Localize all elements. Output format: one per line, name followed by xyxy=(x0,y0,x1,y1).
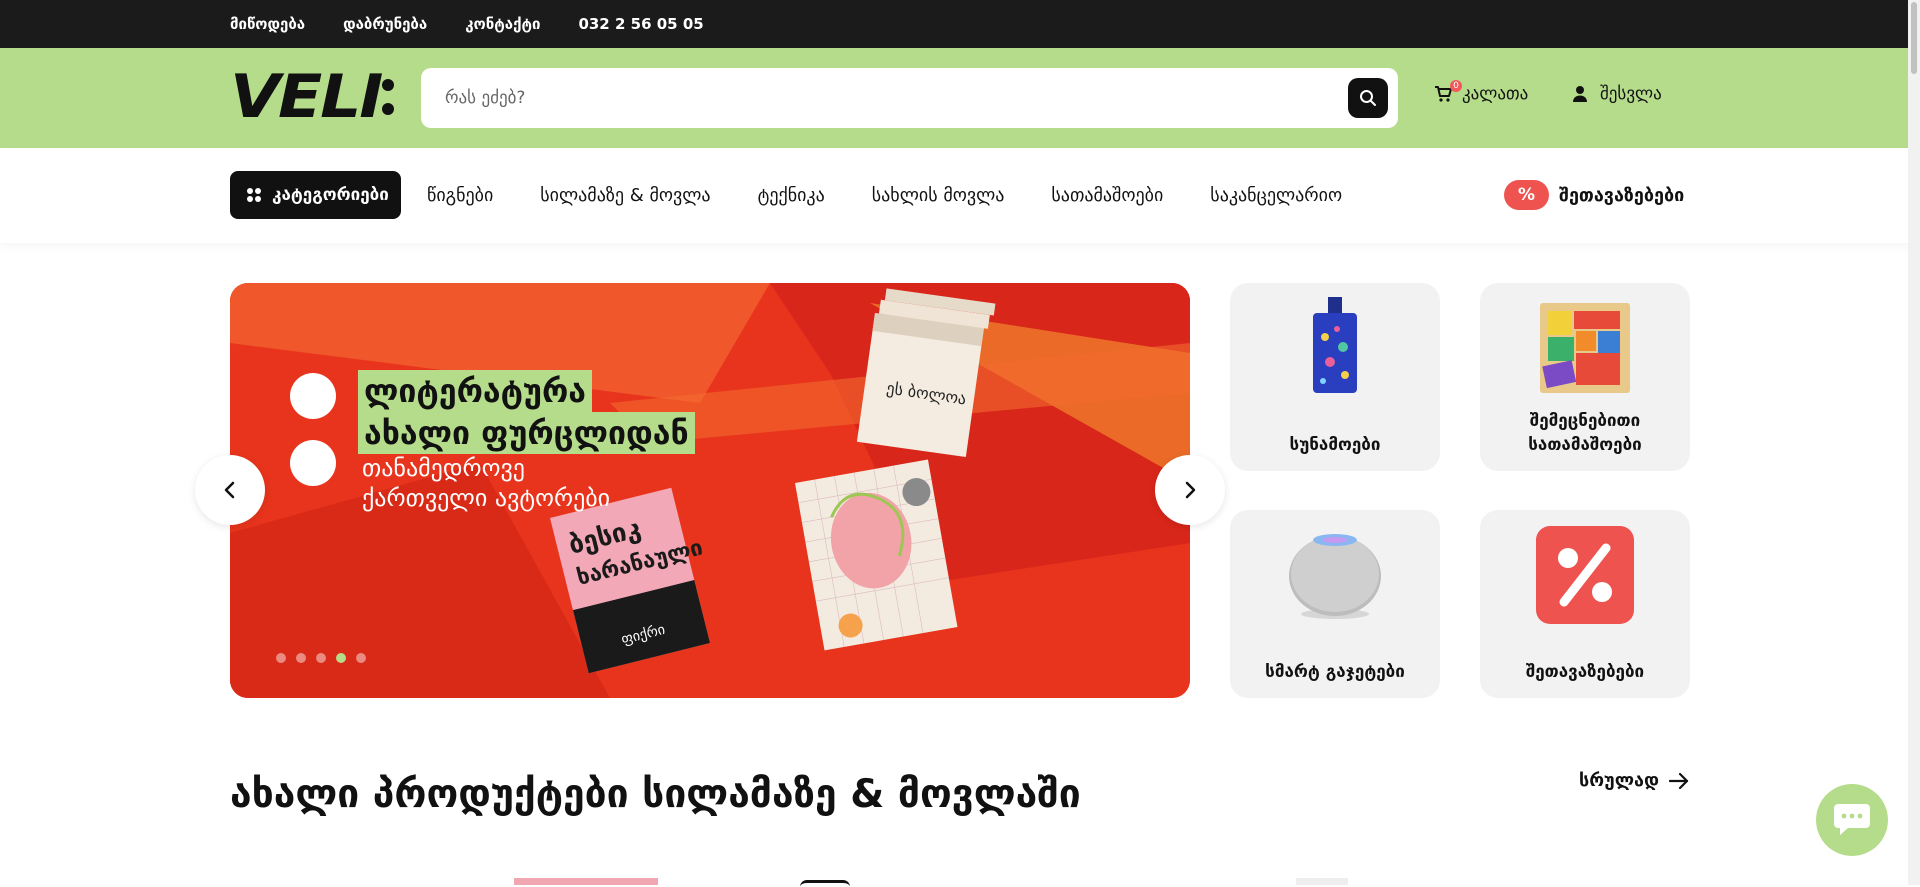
category-tile-smart-gadgets[interactable]: სმარტ გაჯეტები xyxy=(1230,510,1440,698)
tile-label: შეთავაზებები xyxy=(1525,662,1645,682)
cart-label: კალათა xyxy=(1462,84,1529,104)
top-link-returns[interactable]: დაბრუნება xyxy=(343,15,427,33)
top-links: მიწოდება დაბრუნება კონტაქტი 032 2 56 05 … xyxy=(230,0,704,48)
cart-icon xyxy=(1435,86,1452,102)
hero-deco-circle-1 xyxy=(290,373,336,419)
site-logo[interactable]: VELI xyxy=(230,62,394,132)
hero-headline-line2: ახალი ფურცლიდან xyxy=(358,412,695,454)
login-button[interactable]: შესვლა xyxy=(1572,84,1662,104)
nav-item-home-care[interactable]: სახლის მოვლა xyxy=(872,185,1005,206)
chevron-right-icon xyxy=(1185,481,1196,499)
nav-item-tech[interactable]: ტექნიკა xyxy=(758,185,825,206)
top-link-contact[interactable]: კონტაქტი xyxy=(465,15,540,33)
hero-deco-circle-2 xyxy=(290,440,336,486)
category-tile-educational-toys[interactable]: შემეცნებითი სათამაშოები xyxy=(1480,283,1690,471)
chat-bubble-icon xyxy=(1834,804,1870,835)
category-tile-offers[interactable]: შეთავაზებები xyxy=(1480,510,1690,698)
hero-banner[interactable]: ეს ბოლოა ბესიკ ხარანაული ფიქრი ლიტერატურ… xyxy=(230,283,1190,698)
slider-dot[interactable] xyxy=(296,653,306,663)
slider-next-button[interactable] xyxy=(1155,455,1225,525)
hero-headline: ლიტერატურა ახალი ფურცლიდან xyxy=(358,370,695,454)
wooden-puzzle-icon xyxy=(1540,303,1630,393)
top-bar: მიწოდება დაბრუნება კონტაქტი 032 2 56 05 … xyxy=(0,0,1920,48)
search-input[interactable] xyxy=(445,68,1305,128)
page-scrollbar[interactable] xyxy=(1908,0,1920,885)
chevron-left-icon xyxy=(224,481,235,499)
top-phone[interactable]: 032 2 56 05 05 xyxy=(578,15,703,33)
logo-colon-icon xyxy=(381,79,394,115)
nav-item-stationery[interactable]: საკანცელარიო xyxy=(1210,185,1342,206)
search-bar xyxy=(421,68,1398,128)
tile-label: სუნამოები xyxy=(1289,435,1381,455)
product-thumbnail-peek xyxy=(514,878,658,885)
hero-subtitle-line2: ქართველი ავტორები xyxy=(362,484,611,512)
slider-prev-button[interactable] xyxy=(195,455,265,525)
slider-dot-active[interactable] xyxy=(336,653,346,663)
nav-item-beauty[interactable]: სილამაზე & მოვლა xyxy=(540,185,710,206)
login-label: შესვლა xyxy=(1600,84,1662,104)
nav-offers-link[interactable]: % შეთავაზებები xyxy=(1504,180,1684,210)
perfume-bottle-icon xyxy=(1313,297,1357,393)
arrow-right-icon xyxy=(1669,772,1689,789)
tile-label: შემეცნებითი სათამაშოები xyxy=(1528,411,1642,455)
search-button[interactable] xyxy=(1348,78,1388,118)
hero-subtitle-line1: თანამედროვე xyxy=(362,454,525,482)
user-icon xyxy=(1573,86,1587,102)
hero-subtitle: თანამედროვე ქართველი ავტორები xyxy=(362,453,610,513)
chat-button[interactable] xyxy=(1816,784,1888,856)
search-icon xyxy=(1360,90,1376,106)
nav-links: წიგნები სილამაზე & მოვლა ტექნიკა სახლის … xyxy=(427,171,1342,219)
slider-dot[interactable] xyxy=(316,653,326,663)
slider-dots xyxy=(276,653,366,663)
nav-item-toys[interactable]: სათამაშოები xyxy=(1051,185,1163,206)
cart-count-badge: 0 xyxy=(1450,80,1462,92)
smart-speaker-icon xyxy=(1289,534,1381,619)
header: VELI 0 კალათა შესვლა xyxy=(0,48,1920,148)
hero-headline-line1: ლიტერატურა xyxy=(358,370,593,412)
see-all-label: სრულად xyxy=(1579,770,1660,791)
categories-label: კატეგორიები xyxy=(272,185,389,205)
product-thumbnail-peek xyxy=(800,880,850,887)
tile-label: სმარტ გაჯეტები xyxy=(1265,662,1405,682)
category-tile-perfume[interactable]: სუნამოები xyxy=(1230,283,1440,471)
category-nav: კატეგორიები წიგნები სილამაზე & მოვლა ტექ… xyxy=(0,148,1920,243)
percent-badge-icon: % xyxy=(1504,180,1549,210)
product-thumbnail-peek xyxy=(1296,878,1348,885)
logo-text: VELI xyxy=(230,62,383,132)
grid-dots-icon xyxy=(247,188,261,202)
scrollbar-thumb[interactable] xyxy=(1911,2,1917,74)
section-title: ახალი პროდუქტები სილამაზე & მოვლაში xyxy=(230,772,1081,817)
top-link-delivery[interactable]: მიწოდება xyxy=(230,15,305,33)
see-all-link[interactable]: სრულად xyxy=(1579,770,1689,791)
nav-item-books[interactable]: წიგნები xyxy=(427,185,493,206)
percent-badge-icon xyxy=(1536,526,1634,624)
offers-label: შეთავაზებები xyxy=(1559,184,1685,206)
slider-dot[interactable] xyxy=(356,653,366,663)
slider-dot[interactable] xyxy=(276,653,286,663)
cart-button[interactable]: 0 კალათა xyxy=(1434,80,1529,104)
categories-button[interactable]: კატეგორიები xyxy=(230,171,401,219)
